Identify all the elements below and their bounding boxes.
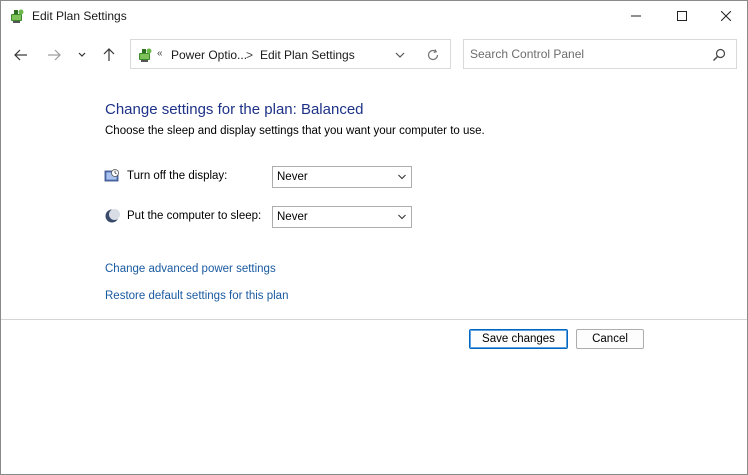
maximize-button[interactable] — [659, 1, 705, 31]
refresh-icon[interactable] — [426, 48, 440, 62]
chevron-down-icon — [398, 214, 406, 220]
arrow-right-icon — [48, 49, 61, 61]
cancel-button[interactable]: Cancel — [576, 329, 644, 349]
recent-locations-button[interactable] — [72, 45, 92, 65]
edit-plan-settings-window: Edit Plan Settings « Power Optio... > Ed… — [0, 0, 748, 475]
arrow-left-icon — [14, 49, 27, 61]
chevron-down-icon — [398, 174, 406, 180]
footer-divider — [1, 319, 747, 320]
change-advanced-power-settings-link[interactable]: Change advanced power settings — [105, 263, 276, 275]
page-title: Change settings for the plan: Balanced — [105, 101, 364, 118]
restore-default-settings-link[interactable]: Restore default settings for this plan — [105, 290, 288, 302]
window-title: Edit Plan Settings — [32, 9, 127, 23]
breadcrumb-separator[interactable]: > — [246, 48, 253, 62]
sleep-timeout-select[interactable]: Never — [272, 206, 412, 228]
back-button[interactable] — [11, 45, 31, 65]
monitor-icon — [104, 169, 119, 182]
close-button[interactable] — [703, 1, 747, 31]
minimize-icon — [631, 15, 641, 17]
breadcrumb-edit-plan-settings[interactable]: Edit Plan Settings — [260, 48, 355, 62]
forward-button[interactable] — [44, 45, 64, 65]
display-timeout-label: Turn off the display: — [127, 170, 228, 182]
breadcrumb-overflow-chevron[interactable]: « — [157, 48, 163, 59]
display-timeout-select[interactable]: Never — [272, 166, 412, 188]
address-dropdown-icon[interactable] — [393, 49, 407, 61]
maximize-icon — [677, 11, 687, 21]
close-icon — [721, 11, 731, 21]
up-button[interactable] — [99, 45, 119, 65]
power-options-app-icon — [11, 9, 24, 23]
save-changes-button[interactable]: Save changes — [469, 329, 568, 349]
sleep-timeout-label: Put the computer to sleep: — [127, 210, 262, 222]
breadcrumb-power-options[interactable]: Power Optio... — [171, 48, 247, 62]
power-options-icon — [139, 48, 152, 62]
page-description: Choose the sleep and display settings th… — [105, 125, 485, 137]
chevron-down-icon — [78, 52, 86, 57]
minimize-button[interactable] — [613, 1, 659, 31]
moon-icon — [105, 209, 120, 223]
sleep-timeout-value: Never — [277, 211, 308, 223]
search-input[interactable] — [470, 45, 700, 63]
display-timeout-value: Never — [277, 171, 308, 183]
arrow-up-icon — [103, 48, 115, 61]
search-box[interactable] — [463, 39, 737, 69]
search-icon[interactable] — [712, 48, 726, 62]
title-bar: Edit Plan Settings — [1, 1, 747, 31]
address-bar[interactable]: « Power Optio... > Edit Plan Settings — [130, 39, 451, 69]
